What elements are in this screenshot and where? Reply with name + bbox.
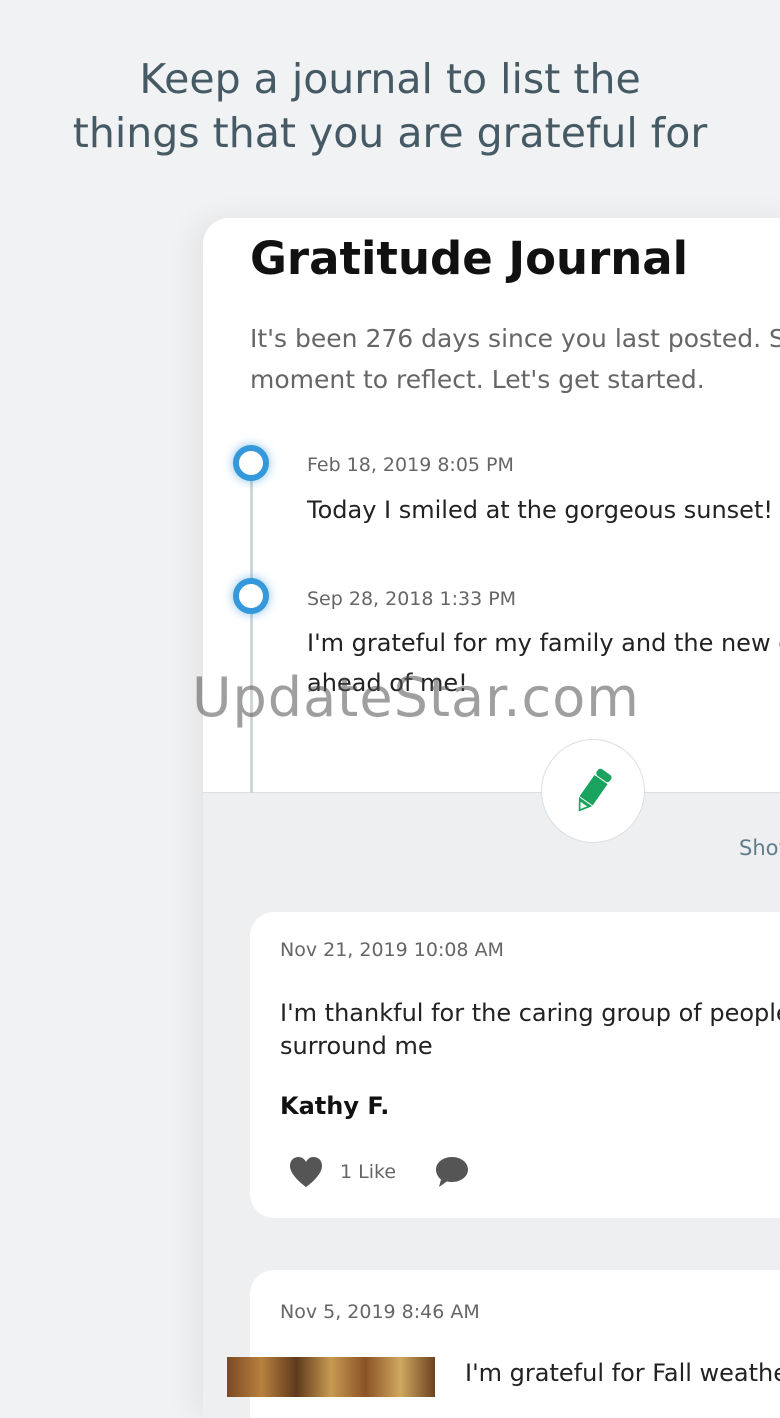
headline-line-2: things that you are grateful for (72, 109, 708, 157)
timeline-dot (233, 578, 269, 614)
comment-icon[interactable] (434, 1155, 470, 1189)
post-line: I'm grateful for Fall weather (465, 1359, 780, 1387)
subtitle-line-1: It's been 276 days since you last posted… (250, 324, 780, 353)
timeline-dot (233, 445, 269, 481)
timeline-line (250, 463, 253, 793)
entry-line: Today I smiled at the gorgeous sunset! (307, 496, 773, 524)
post-text: I'm thankful for the caring group of peo… (280, 997, 780, 1063)
new-entry-button[interactable] (541, 739, 645, 843)
like-count[interactable]: 1 Like (340, 1161, 396, 1183)
heart-icon[interactable] (288, 1156, 324, 1188)
community-post-card: Nov 5, 2019 8:46 AM I'm grateful for Fal… (227, 1270, 780, 1418)
post-actions: 1 Like (288, 1155, 470, 1189)
journal-panel: Gratitude Journal It's been 276 days sin… (203, 218, 780, 1418)
post-author: Kathy F. (280, 1092, 390, 1120)
subtitle-line-2: moment to reflect. Let's get started. (250, 365, 705, 394)
entry-line: I'm grateful for my family and the new o… (307, 629, 780, 657)
post-text: I'm grateful for Fall weather (465, 1357, 780, 1390)
community-post-card: Nov 21, 2019 10:08 AM I'm thankful for t… (250, 912, 780, 1218)
post-photo (227, 1357, 435, 1397)
post-date: Nov 21, 2019 10:08 AM (280, 939, 504, 961)
post-date: Nov 5, 2019 8:46 AM (280, 1301, 480, 1323)
entry-date: Feb 18, 2019 8:05 PM (307, 454, 514, 476)
journal-subtitle: It's been 276 days since you last posted… (250, 318, 780, 400)
pencil-icon (578, 768, 612, 812)
headline-line-1: Keep a journal to list the (139, 55, 641, 103)
show-link[interactable]: Show (739, 836, 780, 860)
watermark: UpdateStar.com (192, 666, 640, 729)
journal-entry-text[interactable]: Today I smiled at the gorgeous sunset! (307, 490, 773, 530)
post-line: surround me (280, 1032, 433, 1060)
post-line: I'm thankful for the caring group of peo… (280, 999, 780, 1027)
headline: Keep a journal to list the things that y… (0, 52, 780, 160)
page-title: Gratitude Journal (250, 232, 689, 285)
entry-date: Sep 28, 2018 1:33 PM (307, 588, 517, 610)
